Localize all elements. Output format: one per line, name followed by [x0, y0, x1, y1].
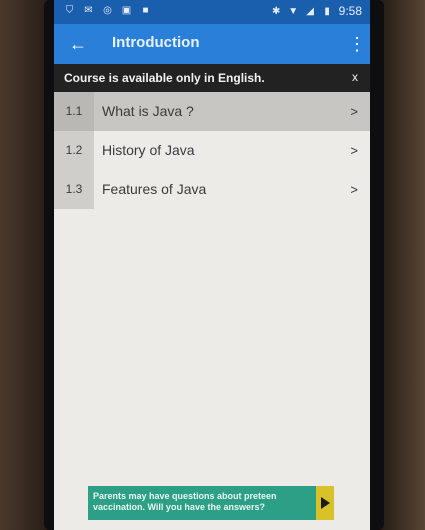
- chevron-right-icon: >: [350, 104, 358, 119]
- banner-text: Course is available only in English.: [64, 71, 265, 85]
- ad-line-2: vaccination. Will you have the answers?: [93, 502, 265, 512]
- lesson-title: History of Java: [102, 142, 195, 158]
- chevron-right-icon: >: [350, 182, 358, 197]
- page-title: Introduction: [112, 34, 200, 51]
- bluetooth-icon: ✱: [271, 5, 281, 17]
- lesson-title: What is Java ?: [102, 103, 194, 119]
- lesson-list: 1.1 What is Java ? > 1.2 History of Java…: [54, 92, 370, 209]
- shield-icon: ⛉: [65, 5, 74, 16]
- status-time: 9:58: [338, 4, 362, 18]
- battery-icon: ▮: [324, 5, 330, 17]
- notification-icon: ■: [142, 5, 149, 16]
- close-banner-button[interactable]: x: [352, 70, 358, 84]
- phone-screen: ⛉ ✉ ◎ ▣ ■ ✱ ▼ ◢ ▮ 9:58 ← Introduction ⋮ …: [54, 0, 370, 530]
- mail-icon: ✉: [84, 5, 93, 16]
- wifi-icon: ▼: [288, 5, 299, 17]
- lesson-row-1-1[interactable]: 1.1 What is Java ? >: [54, 92, 370, 131]
- sync-icon: ◎: [103, 5, 112, 16]
- status-bar: ⛉ ✉ ◎ ▣ ■ ✱ ▼ ◢ ▮ 9:58: [54, 0, 370, 24]
- lock-icon: ▣: [121, 5, 132, 16]
- back-arrow-icon[interactable]: ←: [68, 32, 88, 56]
- lesson-number: 1.3: [54, 170, 94, 209]
- ad-banner[interactable]: Parents may have questions about preteen…: [88, 486, 334, 520]
- ad-line-1: Parents may have questions about preteen: [93, 491, 277, 501]
- overflow-menu-icon[interactable]: ⋮: [348, 32, 366, 56]
- lesson-title: Features of Java: [102, 181, 207, 197]
- language-banner: Course is available only in English. x: [54, 64, 370, 92]
- play-icon[interactable]: [316, 486, 334, 520]
- chevron-right-icon: >: [350, 143, 358, 158]
- lesson-row-1-3[interactable]: 1.3 Features of Java >: [54, 170, 370, 209]
- ad-text: Parents may have questions about preteen…: [93, 491, 308, 513]
- app-bar: ← Introduction ⋮: [54, 24, 370, 64]
- lesson-number: 1.1: [54, 92, 94, 131]
- lesson-row-1-2[interactable]: 1.2 History of Java >: [54, 131, 370, 170]
- lesson-number: 1.2: [54, 131, 94, 170]
- signal-icon: ◢: [306, 5, 314, 17]
